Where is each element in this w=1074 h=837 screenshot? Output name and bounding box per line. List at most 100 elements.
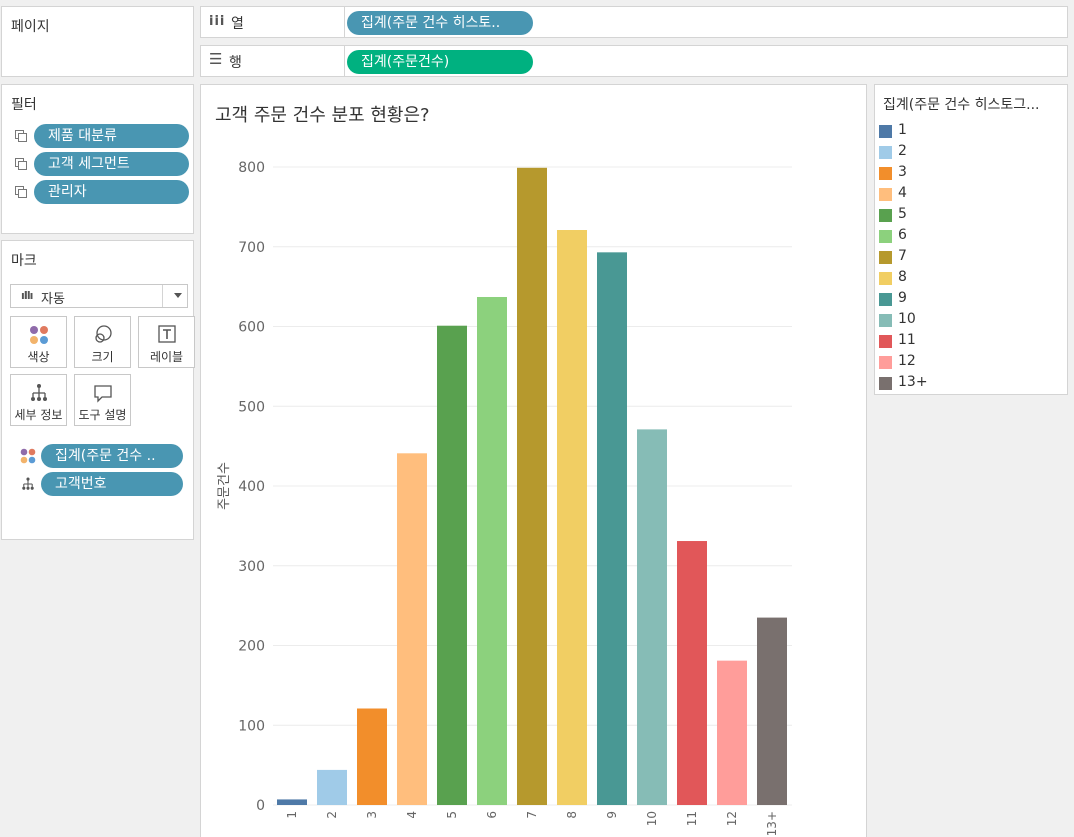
detail-icon [22,477,34,490]
x-tick-label: 11 [685,811,699,826]
marks-color-pill[interactable]: 집계(주문 건수 .. [41,444,183,468]
bar[interactable] [717,660,747,805]
bar[interactable] [637,429,667,805]
legend-panel: 집계(주문 건수 히스토그... 1 2 3 4 5 6 7 8 9 10 11 12 13+ [874,84,1068,395]
legend-label: 12 [898,353,916,369]
bar-chart: 0100200300400500600700800주문건수1 2 3 4 5 6 7 8 9 10… [217,160,792,836]
size-button[interactable]: 크기 [74,316,131,368]
filters-title: 필터 [11,97,37,113]
mark-type-dropdown[interactable]: ıIlı 자동 [10,284,188,308]
dropdown-divider [162,285,163,307]
y-tick-label: 700 [238,240,265,256]
bar[interactable] [677,541,707,805]
detail-icon [30,384,47,401]
y-tick-label: 800 [238,160,265,176]
chevron-down-icon [174,293,182,298]
bar[interactable] [437,325,467,805]
pages-panel: 페이지 [1,6,194,77]
label-button[interactable]: 레이블 [138,316,195,368]
columns-label: 열 [231,16,244,32]
color-icon [20,448,36,464]
bar-chart-icon: ıIlı [21,289,33,302]
tooltip-button[interactable]: 도구 설명 [74,374,131,426]
bar[interactable] [757,617,787,805]
pages-title: 페이지 [11,19,50,35]
legend-label: 1 [898,122,907,138]
tooltip-button-label: 도구 설명 [78,408,127,422]
columns-shelf[interactable]: iii 열 집계(주문 건수 히스토.. [200,6,1068,38]
legend-swatch [879,293,892,306]
filter-pill-segment[interactable]: 고객 세그먼트 [34,152,189,176]
y-axis-title: 주문건수 [217,462,232,510]
bar[interactable] [517,167,547,806]
marks-panel: 마크 ıIlı 자동 색상 크기 레이블 세부 정보 도구 설명 집계(주문 건… [1,240,195,540]
shelf-divider [344,46,345,76]
legend-swatch [879,377,892,390]
legend-swatch [879,125,892,138]
rows-label: 행 [229,55,242,71]
y-tick-label: 400 [238,479,265,495]
y-tick-label: 100 [238,718,265,734]
legend-swatch [879,251,892,264]
x-tick-label: 7 [525,811,539,819]
x-tick-label: 6 [485,811,499,819]
legend-label: 8 [898,269,907,285]
columns-icon: iii [209,14,226,29]
rows-icon: ☰ [209,50,223,68]
bar[interactable] [557,230,587,805]
marks-detail-pill[interactable]: 고객번호 [41,472,183,496]
bar[interactable] [477,296,507,805]
color-icon [29,326,48,344]
bar[interactable] [397,453,427,805]
filter-pill-category[interactable]: 제품 대분류 [34,124,189,148]
bar[interactable] [597,252,627,805]
bar[interactable] [357,708,387,805]
y-tick-label: 600 [238,320,265,336]
color-button[interactable]: 색상 [10,316,67,368]
legend-swatch [879,188,892,201]
color-button-label: 색상 [27,350,50,364]
legend-label: 7 [898,248,907,264]
legend-label: 4 [898,185,907,201]
x-tick-label: 5 [445,811,459,819]
filter-icon [15,186,27,198]
columns-pill[interactable]: 집계(주문 건수 히스토.. [347,11,533,35]
x-tick-label: 8 [565,811,579,819]
x-tick-label: 4 [405,811,419,819]
bar[interactable] [317,769,347,805]
shelf-divider [344,7,345,37]
legend-swatch [879,209,892,222]
x-tick-label: 2 [325,811,339,819]
detail-button[interactable]: 세부 정보 [10,374,67,426]
legend-label: 9 [898,290,907,306]
bar[interactable] [277,799,307,805]
size-button-label: 크기 [91,350,114,364]
legend-label: 5 [898,206,907,222]
filters-panel: 필터 제품 대분류 고객 세그먼트 관리자 [1,84,194,234]
legend-label: 13+ [898,374,928,390]
legend-label: 6 [898,227,907,243]
legend-swatch [879,146,892,159]
rows-shelf[interactable]: ☰ 행 집계(주문건수) [200,45,1068,77]
size-icon [94,325,112,343]
y-tick-label: 300 [238,559,265,575]
x-tick-label: 13+ [765,811,779,836]
chart-panel: 고객 주문 건수 분포 현황은? 0 100 200 300 400 500 600 700 8… [200,84,867,837]
filter-pill-manager[interactable]: 관리자 [34,180,189,204]
marks-title: 마크 [11,253,37,269]
legend-swatch [879,314,892,327]
legend-label: 10 [898,311,916,327]
mark-type-value: 자동 [41,292,65,307]
x-tick-label: 12 [725,811,739,826]
legend-label: 3 [898,164,907,180]
x-tick-label: 1 [285,811,299,819]
legend-swatch [879,230,892,243]
detail-button-label: 세부 정보 [14,408,63,422]
y-tick-label: 0 [256,798,265,814]
rows-pill[interactable]: 집계(주문건수) [347,50,533,74]
legend-label: 11 [898,332,916,348]
legend-swatch [879,335,892,348]
legend-title: 집계(주문 건수 히스토그... [883,97,1040,113]
y-tick-label: 200 [238,639,265,655]
filter-icon [15,158,27,170]
